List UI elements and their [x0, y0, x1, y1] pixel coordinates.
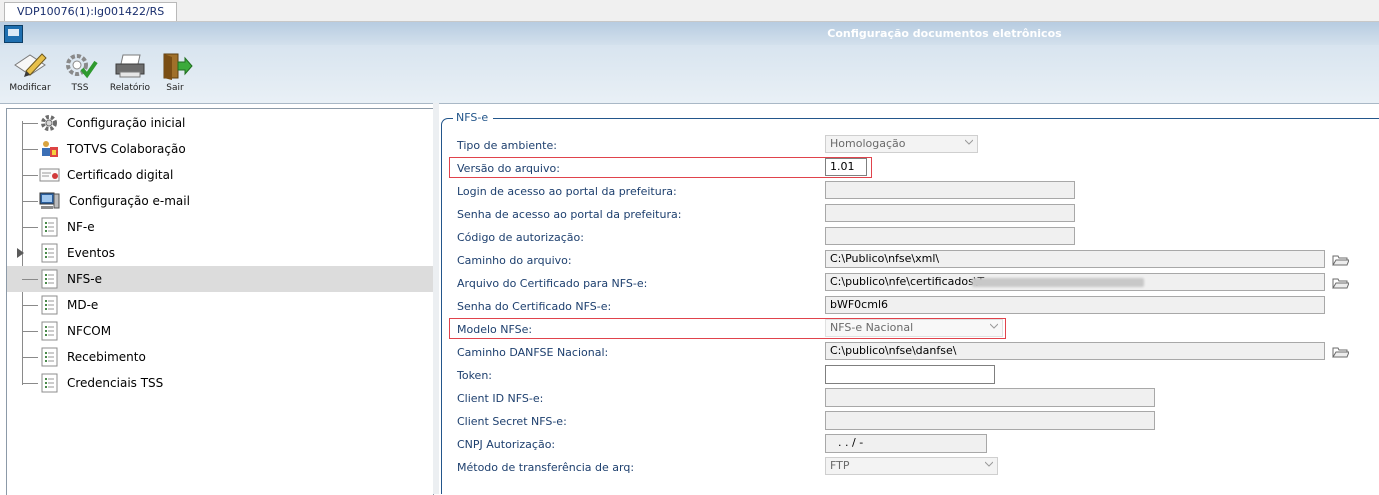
tree-item-totvs-colaboracao[interactable]: TOTVS Colaboração	[7, 136, 433, 162]
tree-item-label: Credenciais TSS	[67, 376, 164, 390]
exit-button-label: Sair	[166, 83, 184, 93]
client-id-input[interactable]	[825, 388, 1155, 407]
tree-item-label: MD-e	[67, 298, 99, 312]
tree-item-label: NFS-e	[67, 272, 102, 286]
document-list-icon	[41, 321, 58, 341]
document-list-icon	[41, 347, 58, 367]
document-list-icon	[41, 295, 58, 315]
tree-item-nfs-e[interactable]: NFS-e	[7, 266, 433, 292]
client-secret-input[interactable]	[825, 411, 1155, 430]
versao-arquivo-label: Versão do arquivo:	[457, 162, 560, 175]
tree-item-configuracao-inicial[interactable]: Configuração inicial	[7, 110, 433, 136]
printer-icon	[115, 54, 145, 78]
login-portal-label: Login de acesso ao portal da prefeitura:	[457, 185, 677, 198]
document-list-icon	[41, 373, 58, 393]
versao-arquivo-input[interactable]: 1.01	[825, 158, 867, 176]
tree-item-label: Configuração e-mail	[69, 194, 190, 208]
session-tab[interactable]: VDP10076(1):lg001422/RS	[4, 2, 178, 21]
tree-item-eventos[interactable]: Eventos	[7, 240, 433, 266]
modelo-nfse-label: Modelo NFSe:	[457, 323, 533, 336]
cnpj-autorizacao-input[interactable]: . . / -	[825, 434, 987, 453]
document-list-icon	[41, 269, 58, 289]
modify-button[interactable]: Modificar	[4, 49, 56, 101]
metodo-transferencia-select[interactable]: FTP	[825, 457, 998, 475]
expand-arrow-icon[interactable]	[17, 248, 24, 258]
tree-item-label: Eventos	[67, 246, 115, 260]
chevron-down-icon	[985, 461, 993, 467]
senha-certificado-label: Senha do Certificado NFS-e:	[457, 300, 612, 313]
metodo-transferencia-label: Método de transferência de arq:	[457, 461, 635, 474]
token-input[interactable]	[825, 365, 995, 384]
exit-button[interactable]: Sair	[149, 49, 201, 101]
codigo-autorizacao-input[interactable]	[825, 227, 1075, 245]
toolbar: Modificar TSS Relatório Sair	[0, 45, 1379, 104]
tree-item-label: NF-e	[67, 220, 95, 234]
folder-icon[interactable]	[1332, 346, 1349, 358]
tree-item-md-e[interactable]: MD-e	[7, 292, 433, 318]
folder-icon[interactable]	[1332, 254, 1349, 266]
folder-icon[interactable]	[1332, 277, 1349, 289]
tree-item-configuracao-email[interactable]: Configuração e-mail	[7, 188, 433, 214]
group-border	[448, 118, 1379, 119]
tipo-ambiente-label: Tipo de ambiente:	[457, 139, 557, 152]
gear-check-icon	[66, 54, 98, 79]
tipo-ambiente-select: Homologação	[825, 135, 978, 153]
window-title-bar: Configuração documentos eletrônicos	[0, 22, 1379, 45]
exit-door-icon	[163, 53, 193, 80]
caminho-danfse-label: Caminho DANFSE Nacional:	[457, 346, 609, 359]
tree-item-label: NFCOM	[67, 324, 112, 338]
token-label: Token:	[457, 369, 493, 382]
tree-item-label: Recebimento	[67, 350, 146, 364]
modelo-nfse-select[interactable]: NFS-e Nacional	[825, 319, 1003, 337]
senha-portal-label: Senha de acesso ao portal da prefeitura:	[457, 208, 682, 221]
tree-item-credenciais-tss[interactable]: Credenciais TSS	[7, 370, 433, 396]
senha-portal-input[interactable]	[825, 204, 1075, 222]
arquivo-certificado-label: Arquivo do Certificado para NFS-e:	[457, 277, 648, 290]
tree-item-nfcom[interactable]: NFCOM	[7, 318, 433, 344]
caminho-danfse-input[interactable]: C:\publico\nfse\danfse\	[825, 342, 1325, 360]
session-tab-bar: VDP10076(1):lg001422/RS	[0, 0, 1379, 22]
computer-icon	[39, 192, 60, 209]
redacted-path	[972, 278, 1144, 287]
document-list-icon	[41, 217, 58, 237]
caminho-arquivo-input[interactable]: C:\Publico\nfse\xml\	[825, 250, 1325, 268]
tree-item-label: TOTVS Colaboração	[67, 142, 186, 156]
cnpj-autorizacao-label: CNPJ Autorização:	[457, 438, 556, 451]
panel-splitter[interactable]	[433, 103, 439, 494]
chevron-down-icon	[965, 139, 973, 145]
gear-icon	[41, 115, 57, 131]
tree-item-certificado-digital[interactable]: Certificado digital	[7, 162, 433, 188]
tss-button[interactable]: TSS	[54, 49, 106, 101]
document-list-icon	[41, 243, 58, 263]
tss-button-label: TSS	[71, 83, 89, 93]
senha-certificado-input[interactable]: bWF0cml6	[825, 296, 1325, 314]
edit-pencil-icon	[14, 53, 47, 77]
window-title: Configuração documentos eletrônicos	[827, 27, 1062, 40]
tree-item-label: Certificado digital	[67, 168, 174, 182]
codigo-autorizacao-label: Código de autorização:	[457, 231, 584, 244]
collaboration-icon	[42, 141, 58, 157]
modify-button-label: Modificar	[9, 83, 51, 93]
login-portal-input[interactable]	[825, 181, 1075, 199]
tree-item-recebimento[interactable]: Recebimento	[7, 344, 433, 370]
caminho-arquivo-label: Caminho do arquivo:	[457, 254, 572, 267]
tree-item-nf-e[interactable]: NF-e	[7, 214, 433, 240]
client-id-label: Client ID NFS-e:	[457, 392, 544, 405]
group-title: NFS-e	[453, 111, 494, 124]
config-tree: Configuração inicial TOTVS Colaboração C…	[6, 108, 434, 495]
client-secret-label: Client Secret NFS-e:	[457, 415, 567, 428]
certificate-icon	[39, 168, 60, 182]
tree-item-label: Configuração inicial	[67, 116, 186, 130]
chevron-down-icon	[990, 323, 998, 329]
